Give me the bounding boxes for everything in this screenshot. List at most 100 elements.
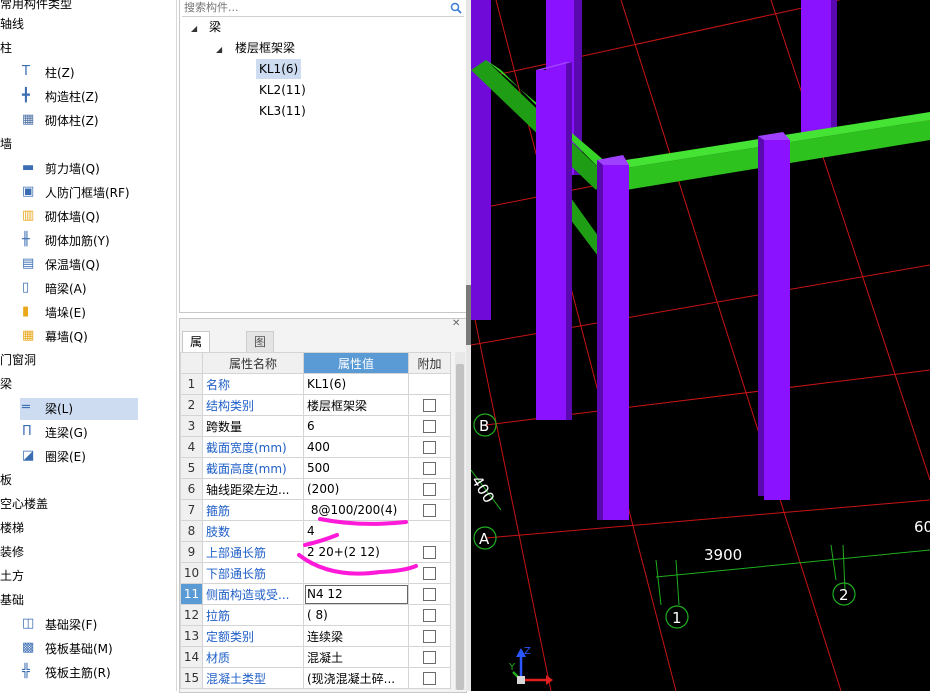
properties-scrollbar[interactable] [455, 352, 465, 690]
table-row[interactable]: 12 拉筋( 8) [180, 604, 451, 626]
nav-item-3-1[interactable]: ▣ 人防门框墙(RF) [20, 182, 138, 204]
nav-item-3-6[interactable]: ▮ 墙垛(E) [20, 302, 138, 324]
extra-checkbox[interactable] [423, 588, 436, 601]
extra-checkbox[interactable] [423, 651, 436, 664]
scrollbar-thumb[interactable] [456, 364, 464, 690]
nav-item-3-4[interactable]: ▤ 保温墙(Q) [20, 254, 138, 276]
nav-category-5[interactable]: 梁 [0, 374, 12, 394]
table-row[interactable]: 9 上部通长筋 2 20+(2 12) [180, 541, 451, 563]
nav-item-11-2[interactable]: ╬ 筏板主筋(R) [20, 662, 138, 684]
property-value[interactable]: 400 [303, 436, 409, 458]
extra-checkbox[interactable] [423, 462, 436, 475]
structure-model[interactable]: B A 1 2 3900 400 60 Y Z [471, 0, 930, 691]
table-row[interactable]: 3 跨数量 6 [180, 415, 451, 437]
property-value[interactable]: 500 [303, 457, 409, 479]
nav-item-5-2[interactable]: ◪ 圈梁(E) [20, 446, 138, 468]
table-row[interactable]: 8 肢数 4 [180, 520, 451, 542]
table-row[interactable]: 4 截面宽度(mm) 400 [180, 436, 451, 458]
extra-checkbox[interactable] [423, 504, 436, 517]
tree-leaf-kl3[interactable]: KL3(11) [259, 101, 306, 121]
table-header-extra: 附加 [408, 352, 451, 374]
table-row[interactable]: 14 材质 混凝土 [180, 646, 451, 668]
tab-property-list[interactable]: 属性列表 [182, 331, 211, 409]
property-value[interactable]: (200) [303, 478, 409, 500]
nav-category-10[interactable]: 土方 [0, 566, 24, 586]
nav-category-2[interactable]: 柱 [0, 38, 12, 58]
table-row[interactable]: 10 下部通长筋 [180, 562, 451, 584]
search-icon[interactable] [450, 2, 462, 14]
component-search-input[interactable] [182, 0, 442, 15]
extra-cell [408, 394, 451, 416]
extra-checkbox[interactable] [423, 441, 436, 454]
tree-expand-icon[interactable]: ◢ [216, 45, 222, 54]
nav-category-7[interactable]: 空心楼盖 [0, 494, 48, 514]
property-value[interactable]: 8@100/200(4) [303, 499, 409, 521]
nav-item-2-2[interactable]: ▦ 砌体柱(Z) [20, 110, 138, 132]
close-icon[interactable]: ✕ [452, 318, 460, 329]
3d-viewport[interactable]: B A 1 2 3900 400 60 Y Z [471, 0, 930, 691]
nav-item-3-3[interactable]: ╫ 砌体加筋(Y) [20, 230, 138, 252]
nav-item-3-2[interactable]: ▥ 砌体墙(Q) [20, 206, 138, 228]
property-value[interactable]: 楼层框架梁 [303, 394, 409, 416]
extra-checkbox[interactable] [423, 609, 436, 622]
property-value[interactable]: KL1(6) [303, 373, 409, 395]
table-row[interactable]: 1 名称 KL1(6) [180, 373, 451, 395]
nav-item-label: 砌体柱(Z) [45, 114, 99, 128]
nav-item-2-1[interactable]: ╋ 构造柱(Z) [20, 86, 138, 108]
curtain-wall-icon: ▦ [22, 328, 35, 343]
nav-category-4[interactable]: 门窗洞 [0, 350, 36, 370]
property-value[interactable] [303, 562, 409, 584]
nav-item-11-0[interactable]: ◫ 基础梁(F) [20, 614, 138, 636]
extra-checkbox[interactable] [423, 567, 436, 580]
property-value[interactable]: 连续梁 [303, 625, 409, 647]
row-number: 9 [180, 541, 203, 563]
nav-item-5-0[interactable]: ═ 梁(L) [20, 398, 138, 420]
extra-checkbox[interactable] [423, 420, 436, 433]
nav-category-11[interactable]: 基础 [0, 590, 24, 610]
property-value[interactable]: 6 [303, 415, 409, 437]
table-row[interactable]: 13 定额类别 连续梁 [180, 625, 451, 647]
table-row[interactable]: 7 箍筋 8@100/200(4) [180, 499, 451, 521]
extra-checkbox[interactable] [423, 399, 436, 412]
constructional-column-icon: ╋ [22, 88, 30, 103]
property-value[interactable]: 2 20+(2 12) [303, 541, 409, 563]
table-header-corner [180, 352, 203, 374]
nav-category-3[interactable]: 墙 [0, 134, 12, 154]
tree-node-beam[interactable]: 梁 [209, 17, 221, 37]
nav-item-label: 幕墙(Q) [45, 330, 88, 344]
component-nav-panel: 常用构件类型 轴线柱 T 柱(Z) ╋ 构造柱(Z) ▦ 砌体柱(Z) 墙 ▬ 剪力墙(Q) ▣ 人防门… [0, 0, 177, 691]
property-value[interactable]: 4 [303, 520, 409, 542]
tree-leaf-kl2[interactable]: KL2(11) [259, 80, 306, 100]
property-value[interactable]: 混凝土 [303, 646, 409, 668]
nav-item-3-0[interactable]: ▬ 剪力墙(Q) [20, 158, 138, 180]
nav-category-0[interactable]: 常用构件类型 [0, 0, 72, 14]
nav-item-label: 柱(Z) [45, 66, 75, 80]
table-row[interactable]: 6 轴线距梁左边... (200) [180, 478, 451, 500]
tree-node-floor-frame-beam[interactable]: 楼层框架梁 [235, 38, 295, 58]
nav-item-2-0[interactable]: T 柱(Z) [20, 62, 138, 84]
extra-checkbox[interactable] [423, 483, 436, 496]
extra-checkbox[interactable] [423, 672, 436, 685]
tree-expand-icon[interactable]: ◢ [191, 24, 197, 33]
nav-item-11-1[interactable]: ▩ 筏板基础(M) [20, 638, 138, 660]
nav-item-5-1[interactable]: Π 连梁(G) [20, 422, 138, 444]
table-row[interactable]: 2 结构类别 楼层框架梁 [180, 394, 451, 416]
property-value[interactable]: N4 12 [303, 583, 409, 605]
table-row[interactable]: 11 侧面构造或受... N4 12 [180, 583, 451, 605]
property-value[interactable]: (现浇混凝土碎... [303, 667, 409, 689]
nav-category-8[interactable]: 楼梯 [0, 518, 24, 538]
tab-layer-management[interactable]: 图层管理 [246, 331, 275, 409]
nav-category-6[interactable]: 板 [0, 470, 12, 490]
property-value[interactable]: ( 8) [303, 604, 409, 626]
nav-category-1[interactable]: 轴线 [0, 14, 24, 34]
extra-checkbox[interactable] [423, 546, 436, 559]
properties-table: 属性名称 属性值 附加 1 名称 KL1(6) 2 结构类别 楼层框架梁 3 跨数量 6 4 截面宽… [180, 352, 451, 689]
tree-leaf-kl1[interactable]: KL1(6) [256, 59, 302, 79]
table-row[interactable]: 15 混凝土类型 (现浇混凝土碎... [180, 667, 451, 689]
nav-item-3-7[interactable]: ▦ 幕墙(Q) [20, 326, 138, 348]
table-row[interactable]: 5 截面高度(mm) 500 [180, 457, 451, 479]
nav-category-9[interactable]: 装修 [0, 542, 24, 562]
dimension-lines [471, 469, 930, 606]
nav-item-3-5[interactable]: ▯ 暗梁(A) [20, 278, 138, 300]
extra-checkbox[interactable] [423, 630, 436, 643]
